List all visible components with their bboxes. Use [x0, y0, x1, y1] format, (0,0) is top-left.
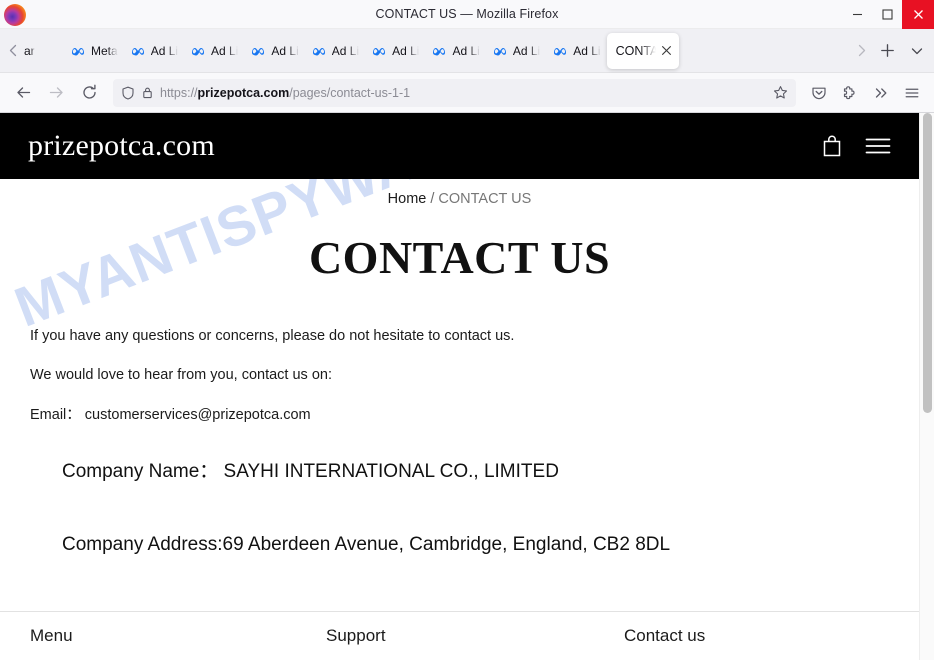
tab-item[interactable]: Ad Li — [546, 34, 606, 68]
company-details: Company Name： SAYHI INTERNATIONAL CO., L… — [0, 460, 919, 557]
tab-item[interactable]: Ad Li — [124, 34, 184, 68]
firefox-logo-icon — [4, 3, 26, 26]
meta-icon — [554, 47, 567, 55]
window-title: CONTACT US — Mozilla Firefox — [375, 7, 559, 21]
browser-window: CONTACT US — Mozilla Firefox ar Meta Ad … — [0, 0, 934, 661]
url-text[interactable]: https://prizepotca.com/pages/contact-us-… — [160, 86, 767, 100]
tab-item[interactable]: ar — [24, 34, 64, 68]
tracking-protection-shield-icon[interactable] — [121, 86, 135, 100]
page-title: CONTACT US — [308, 232, 611, 283]
intro-paragraph-2: We would love to hear from you, contact … — [30, 367, 332, 384]
breadcrumb-separator: / — [430, 191, 435, 207]
hamburger-menu-icon[interactable] — [865, 136, 891, 156]
meta-icon — [373, 47, 386, 55]
meta-icon — [312, 47, 325, 55]
tab-item[interactable]: Ad Li — [184, 34, 244, 68]
footer-column-support[interactable]: Support — [326, 626, 624, 646]
meta-icon — [433, 47, 446, 55]
close-tab-icon[interactable] — [658, 42, 675, 59]
meta-icon — [493, 47, 506, 55]
footer-column-menu[interactable]: Menu — [30, 626, 326, 646]
reload-button[interactable] — [74, 78, 104, 108]
breadcrumb: Home / CONTACT US — [0, 179, 919, 207]
site-header-icons — [821, 134, 891, 158]
tab-label: Ad Li — [392, 43, 420, 58]
shopping-bag-icon[interactable] — [821, 134, 843, 158]
meta-icon — [72, 47, 84, 55]
site-footer: Menu Support Contact us — [0, 611, 919, 660]
url-bar[interactable]: https://prizepotca.com/pages/contact-us-… — [113, 78, 796, 107]
company-address-line: Company Address:69 Aberdeen Avenue, Camb… — [62, 533, 671, 555]
tab-label: Meta — [91, 43, 118, 58]
tab-item[interactable]: Ad Li — [305, 34, 365, 68]
tab-label: Ad Li — [271, 43, 299, 58]
meta-icon — [131, 47, 144, 55]
tab-label: Ad Li — [452, 43, 480, 58]
tab-label: Ad Li — [331, 43, 360, 58]
tab-item-active[interactable]: CONTA — [606, 32, 679, 69]
intro-paragraph-1: If you have any questions or concerns, p… — [30, 328, 515, 344]
scrollbar-thumb[interactable] — [923, 113, 932, 413]
tab-label: Ad Li — [512, 43, 541, 58]
app-menu-hamburger-icon[interactable] — [898, 79, 926, 107]
tab-label: CONTA — [615, 43, 656, 58]
tab-strip: ar Meta Ad Li Ad Li Ad Li Ad Li Ad Li Ad… — [0, 29, 934, 73]
meta-icon — [252, 47, 265, 55]
footer-column-contact-us[interactable]: Contact us — [624, 626, 705, 646]
tab-label: Ad Li — [150, 43, 179, 58]
tab-label: ar — [24, 43, 35, 58]
tab-label: Ad Li — [573, 43, 601, 58]
back-button[interactable] — [8, 78, 38, 108]
contact-body-copy: If you have any questions or concerns, p… — [0, 328, 919, 424]
tab-item[interactable]: Meta — [64, 34, 124, 68]
forward-button[interactable] — [41, 78, 71, 108]
close-window-button[interactable] — [902, 0, 934, 29]
scroll-tabs-left-button[interactable] — [2, 34, 24, 68]
tab-item[interactable]: Ad Li — [244, 34, 304, 68]
page-viewport: MYANTISPYWARE.COM prizepotca.com Home / CO… — [0, 113, 934, 660]
maximize-button[interactable] — [872, 0, 902, 29]
breadcrumb-home-link[interactable]: Home — [388, 191, 427, 207]
tab-label: Ad Li — [211, 43, 239, 58]
window-controls — [842, 0, 934, 29]
meta-icon — [192, 47, 205, 55]
tab-item[interactable]: Ad Li — [486, 34, 546, 68]
web-page: MYANTISPYWARE.COM prizepotca.com Home / CO… — [0, 113, 919, 660]
site-header: prizepotca.com — [0, 113, 919, 179]
company-name-line: Company Name： SAYHI INTERNATIONAL CO., L… — [62, 461, 559, 483]
page-scrollbar[interactable] — [919, 113, 934, 660]
page-content: Home / CONTACT US CONTACT US If you have a… — [0, 179, 919, 558]
tab-item[interactable]: Ad Li — [425, 34, 485, 68]
tab-item[interactable]: Ad Li — [365, 34, 425, 68]
new-tab-button[interactable] — [872, 36, 902, 66]
toolbar-overflow-icon[interactable] — [867, 79, 895, 107]
save-to-pocket-icon[interactable] — [805, 79, 833, 107]
navigation-toolbar: https://prizepotca.com/pages/contact-us-… — [0, 73, 934, 113]
scroll-tabs-right-button[interactable] — [850, 34, 872, 68]
bookmark-star-icon[interactable] — [773, 85, 788, 100]
site-logo[interactable]: prizepotca.com — [28, 129, 215, 163]
breadcrumb-current: CONTACT US — [438, 191, 532, 207]
lock-icon[interactable] — [141, 86, 154, 99]
tab-list: ar Meta Ad Li Ad Li Ad Li Ad Li Ad Li Ad… — [24, 29, 850, 73]
minimize-button[interactable] — [842, 0, 872, 29]
list-all-tabs-button[interactable] — [902, 36, 932, 66]
extensions-puzzle-icon[interactable] — [836, 79, 864, 107]
email-line: Email： customerservices@prizepotca.com — [30, 406, 311, 423]
window-titlebar: CONTACT US — Mozilla Firefox — [0, 0, 934, 29]
